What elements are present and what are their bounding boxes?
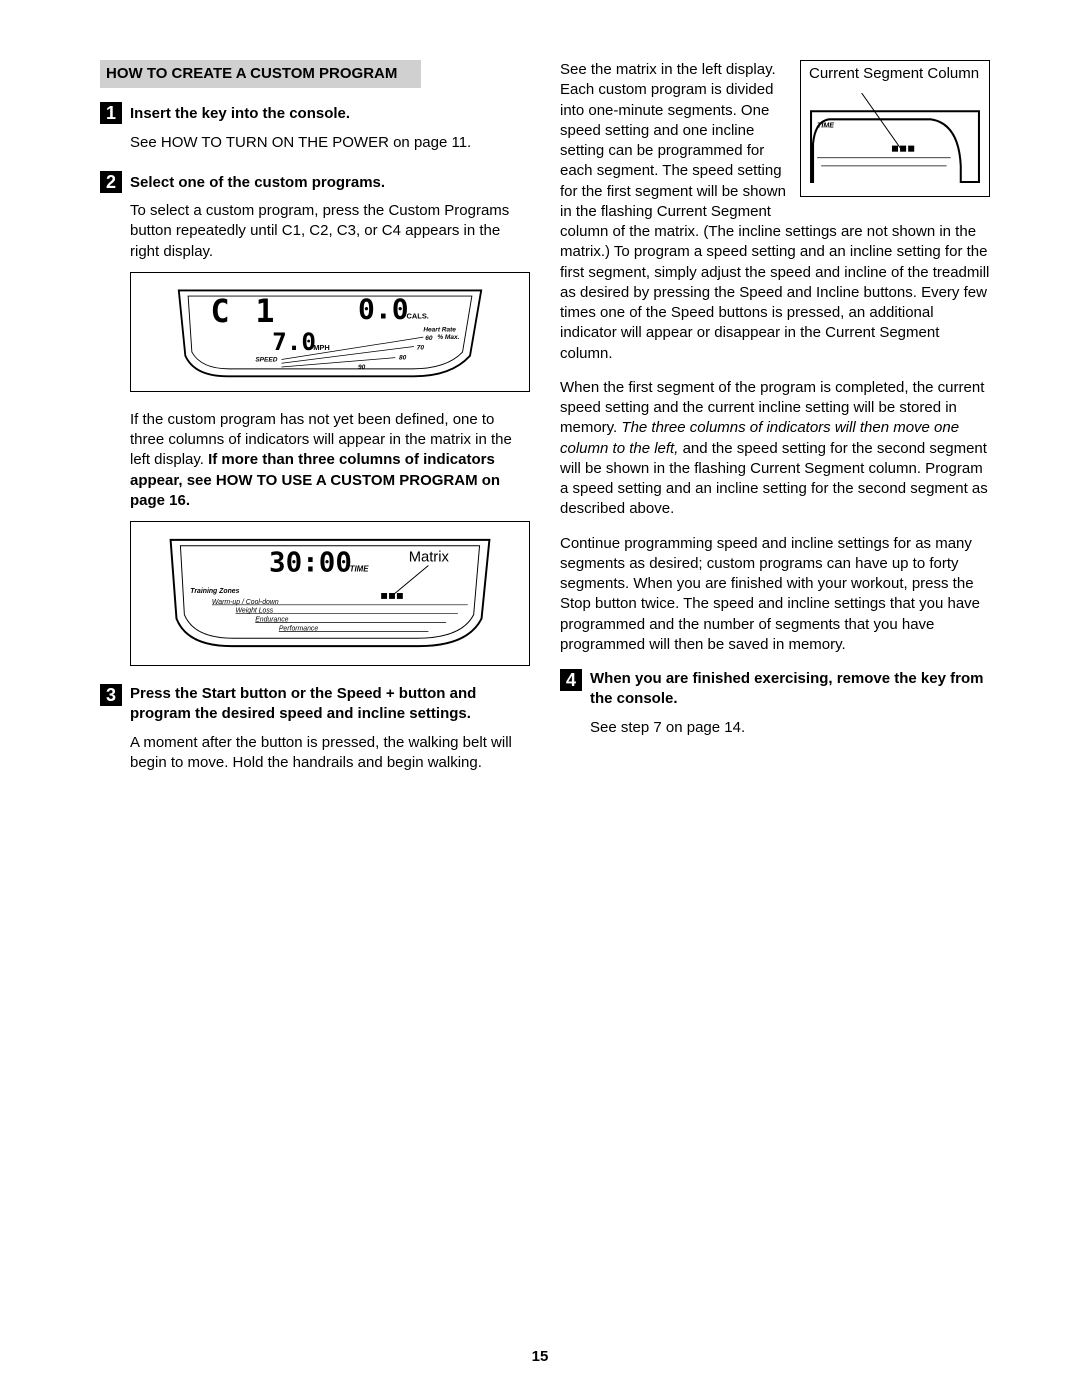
cals-label: CALS. bbox=[407, 311, 429, 320]
right-p3: Continue programming speed and incline s… bbox=[560, 534, 990, 656]
console-right-display-figure: C 1 0.0 CALS. 7.0 MPH Heart Rate % Max. … bbox=[130, 272, 530, 392]
inset-caption: Current Segment Column bbox=[809, 65, 981, 83]
n60: 60 bbox=[425, 335, 433, 342]
speed-line bbox=[281, 357, 395, 366]
step-1-text: See HOW TO TURN ON THE POWER on page 11. bbox=[130, 133, 530, 153]
matrix-bar bbox=[389, 593, 395, 599]
inset-time-label: TIME bbox=[817, 121, 834, 129]
step-number-badge: 3 bbox=[100, 684, 122, 706]
step-3-text: A moment after the button is pressed, th… bbox=[130, 733, 530, 774]
seg-1: 1 bbox=[255, 294, 274, 330]
step-4-title: When you are finished exercising, remove… bbox=[590, 669, 990, 710]
page-number: 15 bbox=[0, 1347, 1080, 1367]
step-1-body: See HOW TO TURN ON THE POWER on page 11. bbox=[130, 133, 530, 153]
left-column: HOW TO CREATE A CUSTOM PROGRAM 1 Insert … bbox=[100, 60, 530, 791]
step-2-text-1: To select a custom program, press the Cu… bbox=[130, 201, 530, 262]
inset-bar bbox=[900, 146, 906, 152]
matrix-leader bbox=[393, 565, 428, 595]
step-2-title: Select one of the custom programs. bbox=[130, 173, 385, 193]
matrix-svg: 30:00 TIME Matrix Training Zones Warm-up… bbox=[143, 532, 517, 655]
time-label: TIME bbox=[350, 564, 370, 573]
step-3-body: A moment after the button is pressed, th… bbox=[130, 733, 530, 774]
inset-bar bbox=[908, 146, 914, 152]
step-2-text-2: If the custom program has not yet been d… bbox=[130, 410, 530, 511]
step-4-row: 4 When you are finished exercising, remo… bbox=[560, 669, 990, 710]
tz-label: Training Zones bbox=[190, 588, 239, 595]
n80: 80 bbox=[399, 354, 407, 361]
seg-mph-val: 7.0 bbox=[272, 327, 316, 356]
inset-bar bbox=[892, 146, 898, 152]
step-4-text: See step 7 on page 14. bbox=[590, 718, 990, 738]
step-number-badge: 2 bbox=[100, 171, 122, 193]
matrix-bar bbox=[381, 593, 387, 599]
right-column: Current Segment Column TIME See the matr… bbox=[560, 60, 990, 791]
matrix-label: Matrix bbox=[409, 550, 450, 566]
step-2-row: 2 Select one of the custom programs. bbox=[100, 171, 530, 193]
hr-label: Heart Rate bbox=[423, 326, 456, 333]
time-value: 30:00 bbox=[269, 546, 352, 578]
matrix-bar bbox=[397, 593, 403, 599]
n90: 90 bbox=[358, 364, 366, 371]
current-segment-inset-figure: Current Segment Column TIME bbox=[800, 60, 990, 197]
seg-cals-val: 0.0 bbox=[358, 292, 409, 325]
speed-label: SPEED bbox=[255, 356, 277, 363]
step-2-body-a: To select a custom program, press the Cu… bbox=[130, 201, 530, 262]
n70: 70 bbox=[417, 344, 425, 351]
seg-c: C bbox=[211, 294, 230, 330]
two-column-layout: HOW TO CREATE A CUSTOM PROGRAM 1 Insert … bbox=[100, 60, 990, 791]
step-number-badge: 1 bbox=[100, 102, 122, 124]
step-1-row: 1 Insert the key into the console. bbox=[100, 102, 530, 124]
right-p2: When the first segment of the program is… bbox=[560, 378, 990, 520]
page: HOW TO CREATE A CUSTOM PROGRAM 1 Insert … bbox=[0, 0, 1080, 1397]
step-1-title: Insert the key into the console. bbox=[130, 104, 350, 124]
step-4-body: See step 7 on page 14. bbox=[590, 718, 990, 738]
inset-leader bbox=[862, 93, 900, 148]
step-number-badge: 4 bbox=[560, 669, 582, 691]
mph-label: MPH bbox=[313, 343, 330, 352]
console-left-display-figure: 30:00 TIME Matrix Training Zones Warm-up… bbox=[130, 521, 530, 666]
max-label: % Max. bbox=[437, 334, 459, 341]
step-3-title: Press the Start button or the Speed + bu… bbox=[130, 684, 530, 725]
step-2-body-b: If the custom program has not yet been d… bbox=[130, 410, 530, 511]
section-header: HOW TO CREATE A CUSTOM PROGRAM bbox=[100, 60, 421, 88]
display-svg: C 1 0.0 CALS. 7.0 MPH Heart Rate % Max. … bbox=[143, 283, 517, 381]
step-3-row: 3 Press the Start button or the Speed + … bbox=[100, 684, 530, 725]
inset-svg: TIME bbox=[809, 93, 981, 184]
